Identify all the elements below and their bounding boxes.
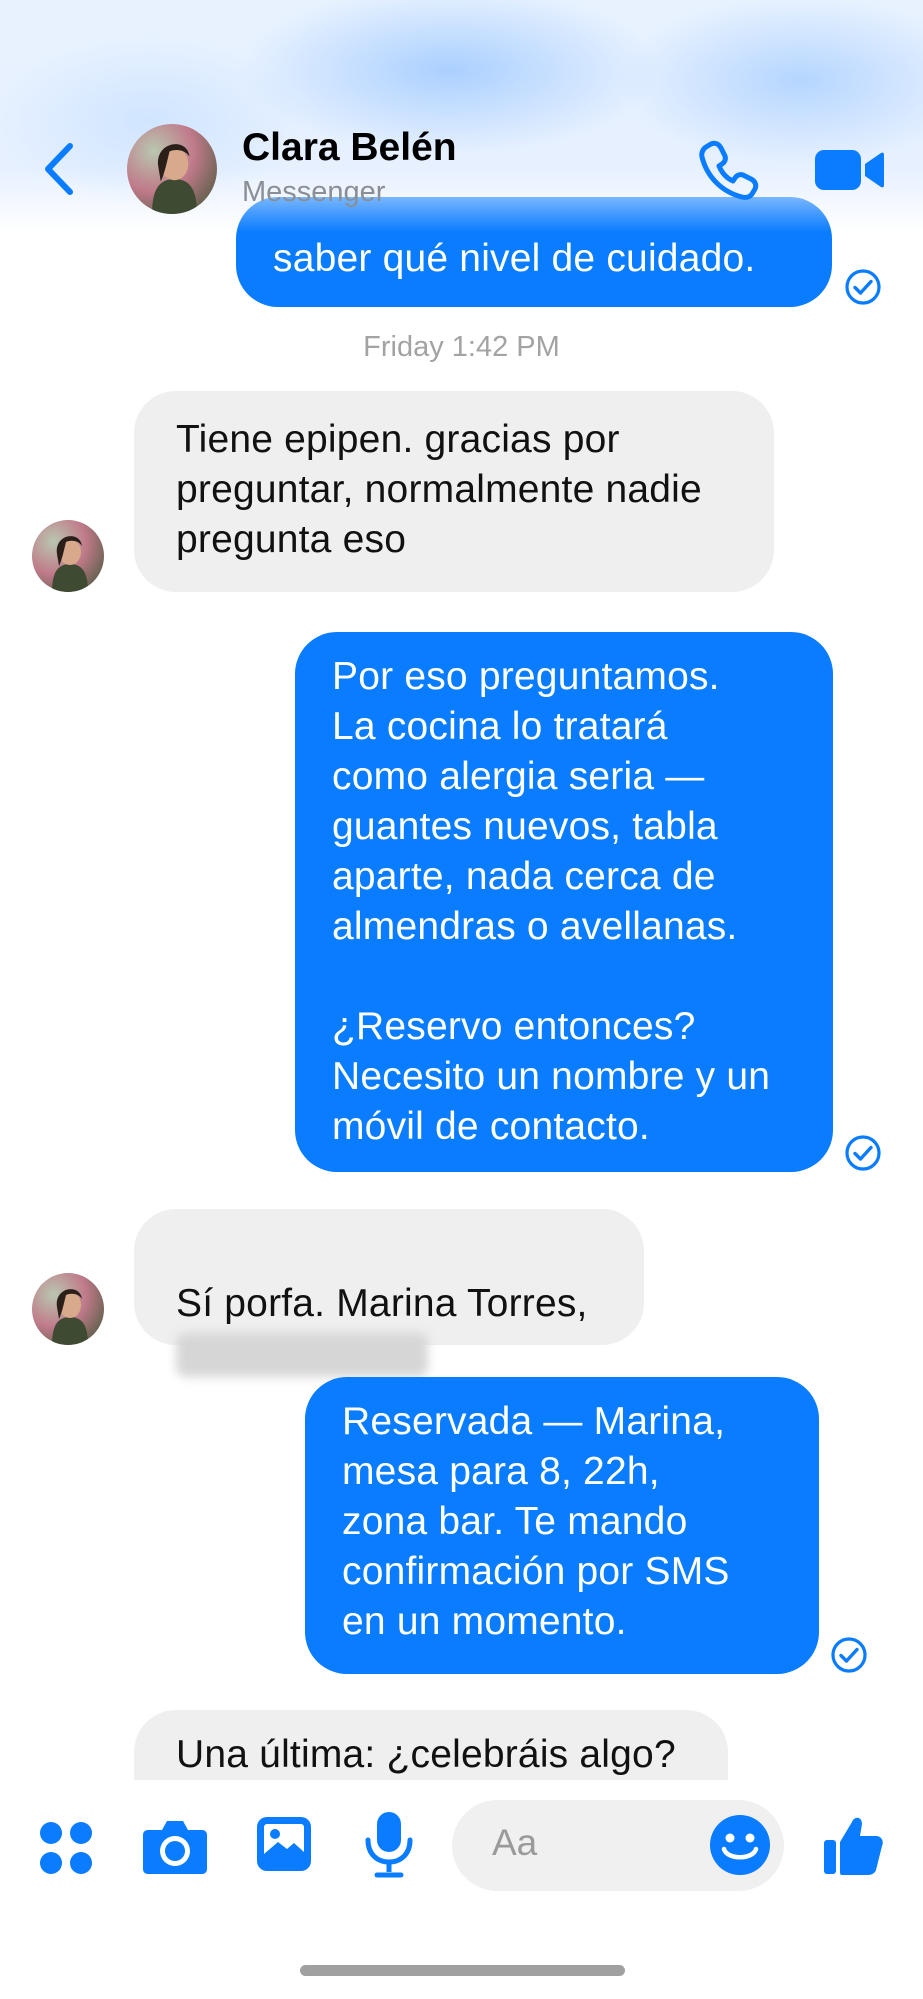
read-receipt-check-icon bbox=[845, 1135, 881, 1171]
home-indicator[interactable] bbox=[300, 1965, 625, 1976]
contact-avatar[interactable] bbox=[32, 520, 104, 592]
photo-icon[interactable] bbox=[254, 1814, 314, 1874]
sent-message-bubble[interactable]: Por eso preguntamos. La cocina lo tratar… bbox=[295, 632, 833, 1172]
read-receipt-check-icon bbox=[845, 269, 881, 305]
message-input-placeholder: Aa bbox=[492, 1822, 538, 1863]
received-message-bubble[interactable]: Tiene epipen. gracias por preguntar, nor… bbox=[134, 391, 774, 592]
sent-message-bubble[interactable]: Reservada — Marina, mesa para 8, 22h, zo… bbox=[305, 1377, 819, 1674]
message-list[interactable]: saber qué nivel de cuidado. Friday 1:42 … bbox=[0, 0, 923, 1780]
chevron-left-icon[interactable] bbox=[36, 134, 86, 204]
phone-icon[interactable] bbox=[697, 138, 761, 202]
video-camera-icon[interactable] bbox=[813, 144, 885, 196]
message-timestamp: Friday 1:42 PM bbox=[363, 331, 560, 363]
contact-avatar[interactable] bbox=[127, 124, 217, 214]
message-text: Sí porfa. Marina Torres, bbox=[176, 1282, 588, 1325]
contact-subtitle: Messenger bbox=[242, 176, 386, 208]
contact-avatar[interactable] bbox=[32, 1273, 104, 1345]
smiley-icon[interactable] bbox=[709, 1814, 771, 1876]
contact-name[interactable]: Clara Belén bbox=[242, 126, 457, 170]
conversation-header: Clara Belén Messenger bbox=[0, 0, 923, 232]
received-message-bubble[interactable]: Sí porfa. Marina Torres, bbox=[134, 1209, 644, 1377]
messenger-conversation-screen: saber qué nivel de cuidado. Friday 1:42 … bbox=[0, 0, 923, 1999]
thumbs-up-icon[interactable] bbox=[822, 1812, 886, 1878]
read-receipt-check-icon bbox=[831, 1637, 867, 1673]
message-composer: Aa bbox=[0, 1780, 923, 1999]
microphone-icon[interactable] bbox=[362, 1810, 416, 1880]
redacted-phone-number bbox=[176, 1333, 428, 1377]
apps-grid-icon[interactable] bbox=[38, 1820, 94, 1876]
message-input[interactable]: Aa bbox=[452, 1800, 784, 1891]
received-message-bubble[interactable]: Una última: ¿celebráis algo? bbox=[134, 1710, 728, 1780]
camera-icon[interactable] bbox=[142, 1816, 208, 1876]
